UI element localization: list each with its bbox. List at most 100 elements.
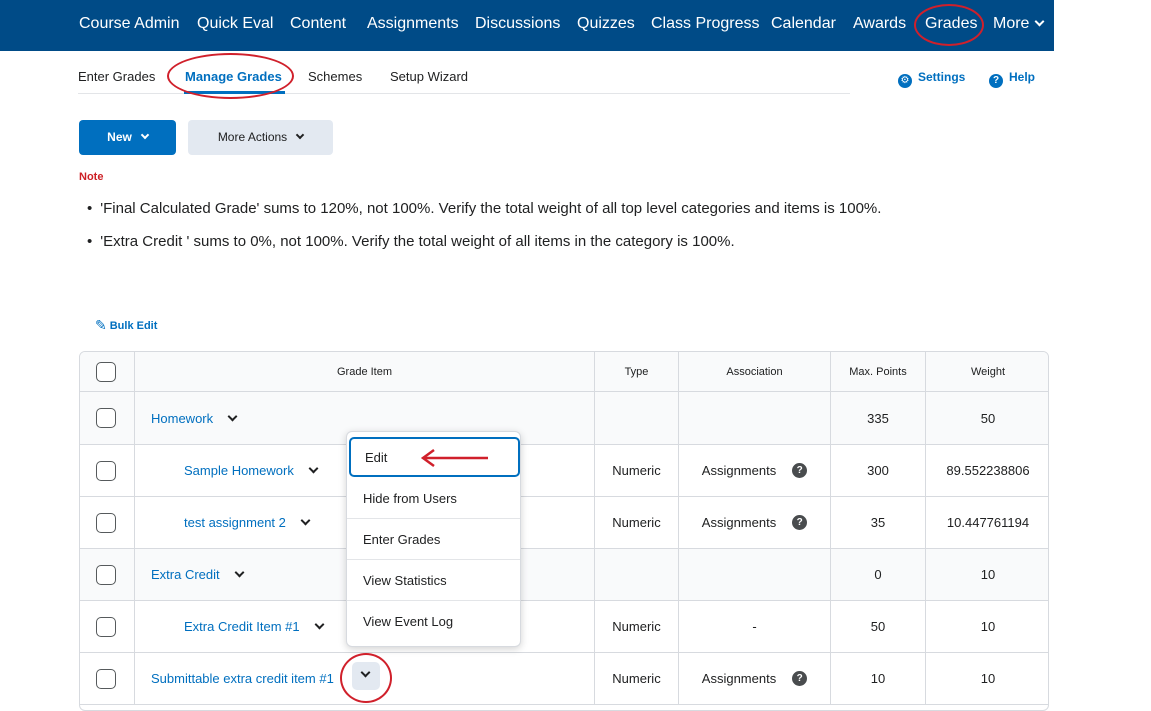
association-cell: [678, 549, 830, 600]
table-row: Extra Credit 0 10: [80, 549, 1048, 601]
bulk-edit-label: Bulk Edit: [109, 320, 158, 332]
header-max-points[interactable]: Max. Points: [830, 352, 925, 391]
nav-more-label: More: [993, 15, 1030, 32]
row-checkbox[interactable]: [96, 512, 116, 533]
chevron-down-icon: [140, 130, 150, 140]
bulk-edit-link[interactable]: ✎ Bulk Edit: [95, 317, 157, 334]
menu-item-hide-from-users[interactable]: Hide from Users: [347, 478, 520, 519]
association-cell: Assignments: [701, 515, 777, 530]
settings-label: Settings: [918, 70, 966, 84]
header-weight[interactable]: Weight: [925, 352, 1048, 391]
chevron-down-icon[interactable]: [308, 463, 319, 474]
nav-awards[interactable]: Awards: [853, 15, 906, 33]
chevron-down-icon[interactable]: [314, 619, 325, 630]
top-navbar: Course Admin Quick Eval Content Assignme…: [0, 0, 1054, 51]
max-points-cell: 50: [830, 601, 925, 652]
nav-content[interactable]: Content: [290, 15, 346, 33]
row-checkbox[interactable]: [96, 668, 116, 689]
table-row: Submittable extra credit item #1 Numeric…: [80, 653, 1048, 705]
row-checkbox[interactable]: [96, 408, 116, 428]
pencil-icon: ✎: [95, 317, 107, 333]
max-points-cell: 300: [830, 445, 925, 496]
tab-enter-grades[interactable]: Enter Grades: [78, 69, 155, 84]
weight-cell: 10: [925, 549, 1048, 600]
gear-icon: ⚙: [898, 74, 912, 88]
help-circle-icon[interactable]: ?: [792, 515, 808, 530]
type-cell: Numeric: [594, 445, 678, 496]
type-cell: [594, 392, 678, 444]
nav-discussions[interactable]: Discussions: [475, 15, 560, 33]
menu-item-view-event-log[interactable]: View Event Log: [347, 601, 520, 642]
weight-cell: 10: [925, 653, 1048, 704]
type-cell: [594, 549, 678, 600]
table-header-row: Grade Item Type Association Max. Points …: [80, 352, 1048, 392]
nav-quizzes[interactable]: Quizzes: [577, 15, 635, 33]
menu-item-enter-grades[interactable]: Enter Grades: [347, 519, 520, 560]
highlight-ring-options-button: [340, 653, 392, 703]
header-association[interactable]: Association: [678, 352, 830, 391]
row-checkbox[interactable]: [96, 460, 116, 481]
new-button-label: New: [107, 130, 132, 144]
help-circle-icon[interactable]: ?: [792, 671, 808, 686]
table-row: Homework 335 50: [80, 392, 1048, 445]
help-label: Help: [1009, 70, 1036, 84]
row-checkbox[interactable]: [96, 564, 116, 585]
weight-cell: 89.552238806: [925, 445, 1048, 496]
association-cell: Assignments: [701, 463, 777, 478]
nav-assignments[interactable]: Assignments: [367, 15, 459, 33]
note-line: 'Final Calculated Grade' sums to 120%, n…: [87, 200, 881, 217]
weight-cell: 10.447761194: [925, 497, 1048, 548]
max-points-cell: 0: [830, 549, 925, 600]
association-cell: [678, 392, 830, 444]
association-cell: Assignments: [701, 671, 777, 686]
chevron-down-icon[interactable]: [234, 567, 245, 578]
association-cell: -: [678, 601, 830, 652]
grade-item-link[interactable]: Extra Credit Item #1: [184, 619, 300, 634]
help-circle-icon: ?: [989, 74, 1003, 88]
chevron-down-icon: [1035, 16, 1045, 27]
note-line: 'Extra Credit ' sums to 0%, not 100%. Ve…: [87, 233, 734, 250]
max-points-cell: 335: [830, 392, 925, 444]
chevron-down-icon[interactable]: [227, 411, 238, 421]
highlight-ring-grades: [914, 4, 984, 46]
annotation-arrow: [420, 448, 488, 468]
tab-schemes[interactable]: Schemes: [308, 69, 362, 84]
settings-link[interactable]: ⚙ Settings: [898, 70, 965, 88]
grade-item-link[interactable]: Homework: [151, 411, 213, 426]
nav-calendar[interactable]: Calendar: [771, 15, 836, 33]
note-label: Note: [79, 171, 104, 183]
weight-cell: 50: [925, 392, 1048, 444]
type-cell: Numeric: [594, 497, 678, 548]
table-row: test assignment 2 Numeric Assignments? 3…: [80, 497, 1048, 549]
grade-item-link[interactable]: Submittable extra credit item #1: [151, 671, 334, 686]
select-all-checkbox[interactable]: [96, 361, 116, 382]
type-cell: Numeric: [594, 601, 678, 652]
nav-more[interactable]: More: [993, 15, 1045, 33]
nav-course-admin[interactable]: Course Admin: [79, 15, 180, 33]
table-row: Sample Homework Numeric Assignments? 300…: [80, 445, 1048, 497]
chevron-down-icon[interactable]: [300, 515, 311, 526]
weight-cell: 10: [925, 601, 1048, 652]
row-checkbox[interactable]: [96, 616, 116, 637]
grade-item-link[interactable]: Sample Homework: [184, 463, 294, 478]
nav-quick-eval[interactable]: Quick Eval: [197, 15, 273, 33]
more-actions-label: More Actions: [217, 130, 288, 144]
tab-setup-wizard[interactable]: Setup Wizard: [390, 69, 468, 84]
header-type[interactable]: Type: [594, 352, 678, 391]
table-row: Extra Credit Item #1 Numeric - 50 10: [80, 601, 1048, 653]
type-cell: Numeric: [594, 653, 678, 704]
new-button[interactable]: New: [79, 120, 176, 155]
highlight-ring-manage-grades: [167, 53, 294, 99]
more-actions-button[interactable]: More Actions: [188, 120, 333, 155]
menu-item-view-statistics[interactable]: View Statistics: [347, 560, 520, 601]
nav-class-progress[interactable]: Class Progress: [651, 15, 759, 33]
max-points-cell: 35: [830, 497, 925, 548]
header-grade-item[interactable]: Grade Item: [134, 352, 594, 391]
help-link[interactable]: ? Help: [989, 70, 1035, 88]
chevron-down-icon: [295, 130, 305, 140]
max-points-cell: 10: [830, 653, 925, 704]
grade-item-link[interactable]: test assignment 2: [184, 515, 286, 530]
grade-items-table: Grade Item Type Association Max. Points …: [79, 351, 1049, 711]
grade-item-link[interactable]: Extra Credit: [151, 567, 220, 582]
help-circle-icon[interactable]: ?: [792, 463, 808, 478]
